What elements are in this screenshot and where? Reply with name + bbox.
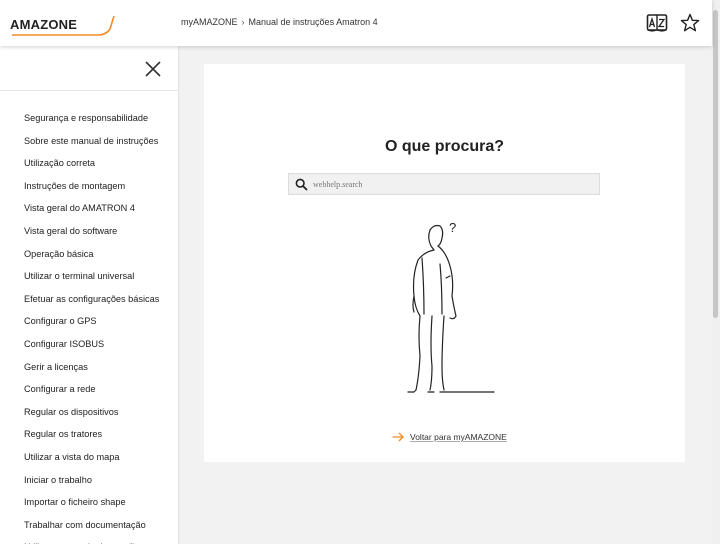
sidebar-item[interactable]: Utilizar o terminal universal bbox=[0, 265, 178, 288]
toc-list: Segurança e responsabilidade Sobre este m… bbox=[0, 107, 178, 544]
page-title: O que procura? bbox=[384, 138, 505, 155]
thinking-person-illustration: ? bbox=[407, 220, 495, 393]
search-input[interactable] bbox=[313, 176, 593, 192]
search-icon[interactable] bbox=[295, 178, 308, 191]
top-header: AMAZONE myAMAZONE › Manual de instruções… bbox=[0, 0, 712, 46]
sidebar-toc: Segurança e responsabilidade Sobre este m… bbox=[0, 46, 179, 544]
question-mark-text: ? bbox=[449, 220, 456, 235]
sidebar-item[interactable]: Regular os tratores bbox=[0, 423, 178, 446]
sidebar-item[interactable]: Vista geral do software bbox=[0, 220, 178, 243]
sidebar-item[interactable]: Importar o ficheiro shape bbox=[0, 491, 178, 514]
close-icon[interactable] bbox=[144, 60, 162, 78]
breadcrumb-separator: › bbox=[241, 17, 245, 27]
page-scrollbar-thumb[interactable] bbox=[713, 10, 718, 318]
glossary-az-icon[interactable] bbox=[646, 13, 668, 33]
sidebar-item[interactable]: Utilizar o controlo de secções bbox=[0, 536, 178, 544]
sidebar-top-bar bbox=[0, 46, 178, 91]
back-to-myamazone-link[interactable]: Voltar para myAMAZONE bbox=[392, 432, 507, 442]
sidebar-item[interactable]: Iniciar o trabalho bbox=[0, 469, 178, 492]
search-box[interactable] bbox=[288, 173, 600, 195]
breadcrumb: myAMAZONE › Manual de instruções Amatron… bbox=[181, 17, 378, 27]
sidebar-item[interactable]: Utilizar a vista do mapa bbox=[0, 446, 178, 469]
sidebar-item[interactable]: Utilização correta bbox=[0, 152, 178, 175]
sidebar-item[interactable]: Sobre este manual de instruções bbox=[0, 130, 178, 153]
sidebar-item[interactable]: Configurar o GPS bbox=[0, 310, 178, 333]
back-link-text: Voltar para myAMAZONE bbox=[410, 432, 507, 442]
sidebar-item[interactable]: Efetuar as configurações básicas bbox=[0, 288, 178, 311]
search-card: O que procura? ? Voltar para myAMA bbox=[204, 64, 685, 462]
sidebar-item[interactable]: Configurar ISOBUS bbox=[0, 333, 178, 356]
sidebar-item[interactable]: Instruções de montagem bbox=[0, 175, 178, 198]
sidebar-item[interactable]: Segurança e responsabilidade bbox=[0, 107, 178, 130]
breadcrumb-home-link[interactable]: myAMAZONE bbox=[181, 17, 238, 27]
sidebar-item[interactable]: Operação básica bbox=[0, 243, 178, 266]
logo-text: AMAZONE bbox=[10, 17, 78, 32]
sidebar-item[interactable]: Trabalhar com documentação bbox=[0, 514, 178, 537]
sidebar-item[interactable]: Configurar a rede bbox=[0, 378, 178, 401]
star-icon[interactable] bbox=[680, 13, 702, 33]
arrow-right-icon bbox=[392, 432, 404, 442]
sidebar-item[interactable]: Regular os dispositivos bbox=[0, 401, 178, 424]
amazone-logo[interactable]: AMAZONE bbox=[10, 12, 116, 38]
sidebar-item[interactable]: Vista geral do AMATRON 4 bbox=[0, 197, 178, 220]
sidebar-item[interactable]: Gerir a licenças bbox=[0, 356, 178, 379]
breadcrumb-current[interactable]: Manual de instruções Amatron 4 bbox=[249, 17, 378, 27]
